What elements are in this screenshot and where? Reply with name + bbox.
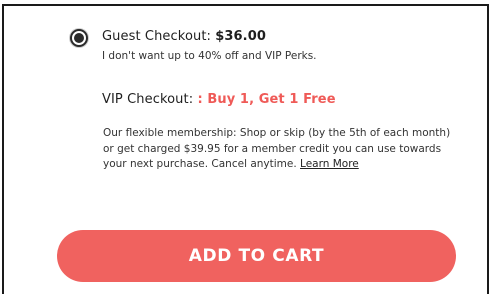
vip-description-text: Our flexible membership: Shop or skip (b… xyxy=(103,127,451,170)
learn-more-link[interactable]: Learn More xyxy=(300,158,359,170)
guest-checkout-text: Guest Checkout: $36.00 I don't want up t… xyxy=(102,28,317,64)
vip-checkout-option[interactable]: VIP Checkout: : Buy 1, Get 1 Free xyxy=(70,91,336,110)
radio-selected-dot xyxy=(74,33,84,43)
vip-checkout-title: VIP Checkout: : Buy 1, Get 1 Free xyxy=(102,91,336,109)
guest-checkout-option[interactable]: Guest Checkout: $36.00 I don't want up t… xyxy=(70,28,317,64)
guest-checkout-price: $36.00 xyxy=(215,29,267,44)
guest-checkout-title: Guest Checkout: $36.00 xyxy=(102,28,317,46)
vip-membership-description: Our flexible membership: Shop or skip (b… xyxy=(103,126,453,173)
guest-checkout-subtitle: I don't want up to 40% off and VIP Perks… xyxy=(102,50,317,62)
add-to-cart-button[interactable]: ADD TO CART xyxy=(57,230,456,282)
vip-checkout-label: VIP Checkout: xyxy=(102,92,198,107)
vip-promo-text: : Buy 1, Get 1 Free xyxy=(197,92,336,107)
vip-checkout-radio[interactable] xyxy=(70,92,88,110)
vip-checkout-text: VIP Checkout: : Buy 1, Get 1 Free xyxy=(102,91,336,109)
guest-checkout-radio[interactable] xyxy=(70,29,88,47)
guest-checkout-label: Guest Checkout: xyxy=(102,29,216,44)
